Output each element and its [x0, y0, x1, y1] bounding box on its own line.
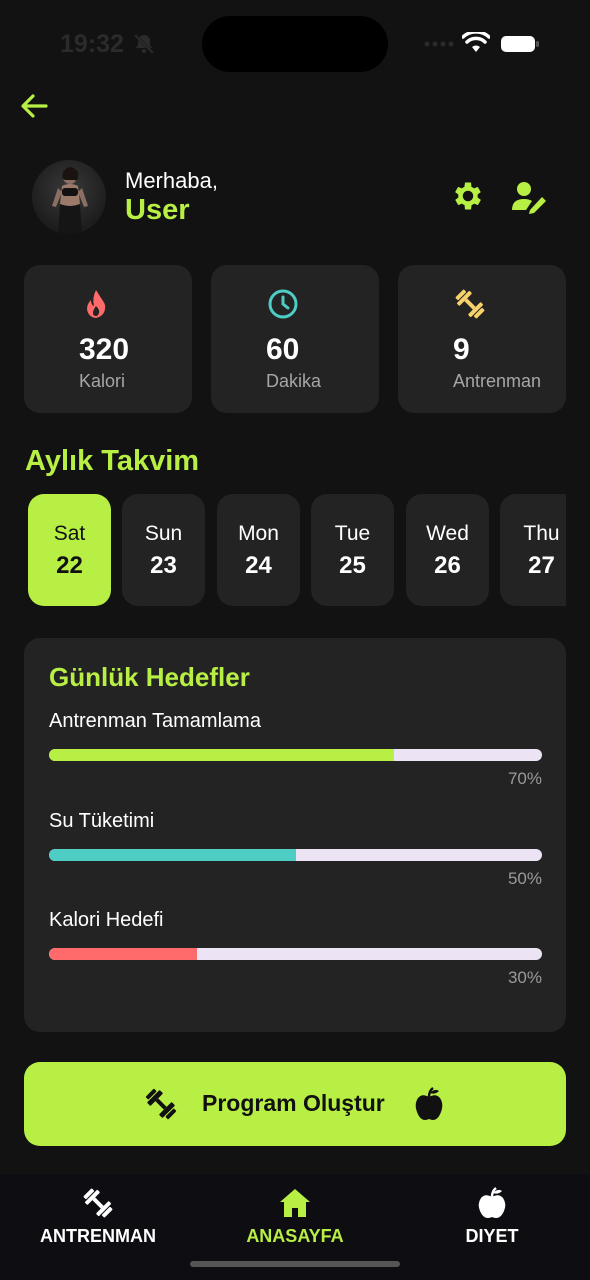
- calendar-day[interactable]: Sat 22: [28, 494, 111, 606]
- username: User: [125, 194, 190, 226]
- day-name: Thu: [523, 522, 560, 545]
- stat-value: 9: [453, 333, 470, 366]
- dumbbell-icon: [455, 289, 485, 319]
- avatar-image: [52, 167, 88, 234]
- goals-title: Günlük Hedefler: [49, 662, 250, 692]
- goal-workout-completion: Antrenman Tamamlama 70%: [49, 710, 542, 789]
- progress-fill: [49, 948, 197, 960]
- settings-button[interactable]: [450, 178, 486, 214]
- nav-label: ANTRENMAN: [40, 1226, 156, 1246]
- day-number: 23: [150, 552, 177, 579]
- goal-calories: Kalori Hedefi 30%: [49, 909, 542, 988]
- apple-icon: [478, 1187, 506, 1218]
- day-name: Sun: [144, 522, 183, 545]
- home-indicator: [190, 1261, 400, 1267]
- signal-icon: [424, 41, 454, 47]
- nav-label: ANASAYFA: [246, 1226, 344, 1246]
- back-button[interactable]: [18, 90, 50, 122]
- calendar-day[interactable]: Wed 26: [406, 494, 489, 606]
- create-program-label: Program Oluştur: [202, 1090, 385, 1116]
- stat-card-minutes: 60 Dakika: [211, 265, 379, 413]
- day-number: 24: [245, 552, 272, 579]
- day-number: 26: [434, 552, 461, 579]
- calendar-day[interactable]: Tue 25: [311, 494, 394, 606]
- apple-icon: [415, 1087, 443, 1120]
- battery-icon: [501, 36, 539, 52]
- stat-card-calories: 320 Kalori: [24, 265, 192, 413]
- goal-percent: 30%: [507, 968, 542, 987]
- calendar-day[interactable]: Mon 24: [217, 494, 300, 606]
- day-name: Tue: [334, 522, 371, 545]
- create-program-button[interactable]: Program Oluştur: [24, 1062, 566, 1146]
- stat-label: Antrenman: [453, 371, 542, 391]
- flame-icon: [87, 290, 106, 318]
- dumbbell-icon: [145, 1088, 177, 1120]
- progress-bar: [49, 849, 542, 861]
- daily-goals-card: Günlük Hedefler Antrenman Tamamlama 70% …: [24, 638, 566, 1032]
- progress-fill: [49, 749, 395, 761]
- goal-water: Su Tüketimi 50%: [49, 810, 542, 889]
- home-icon: [280, 1189, 310, 1217]
- day-number: 25: [339, 552, 366, 579]
- calendar-strip[interactable]: Sat 22 Sun 23 Mon 24 Tue 25 Wed 26 Thu 2…: [24, 494, 566, 608]
- stat-card-workouts: 9 Antrenman: [398, 265, 566, 413]
- status-bar: 19:32: [0, 0, 590, 88]
- avatar[interactable]: [32, 160, 106, 234]
- dynamic-island: [202, 16, 388, 72]
- nav-label: DIYET: [465, 1226, 519, 1246]
- stat-value: 320: [79, 333, 130, 366]
- nav-item-diet[interactable]: DIYET: [394, 1174, 590, 1280]
- goal-label: Antrenman Tamamlama: [49, 710, 261, 732]
- calendar-day[interactable]: Sun 23: [122, 494, 205, 606]
- goal-label: Kalori Hedefi: [49, 909, 164, 931]
- day-number: 27: [528, 552, 555, 579]
- progress-bar: [49, 948, 542, 960]
- stat-label: Kalori: [79, 371, 126, 391]
- status-time: 19:32: [60, 30, 124, 58]
- stat-value: 60: [266, 333, 300, 366]
- bell-muted-icon: [133, 33, 155, 55]
- day-number: 22: [56, 552, 83, 579]
- clock-icon: [268, 289, 298, 319]
- progress-bar: [49, 749, 542, 761]
- day-name: Wed: [426, 522, 469, 545]
- greeting-text: Merhaba,: [125, 168, 218, 193]
- dumbbell-icon: [83, 1188, 113, 1218]
- day-name: Sat: [53, 522, 86, 545]
- goal-label: Su Tüketimi: [49, 810, 155, 832]
- edit-profile-button[interactable]: [512, 180, 548, 214]
- day-name: Mon: [238, 522, 279, 545]
- calendar-day[interactable]: Thu 27: [500, 494, 566, 606]
- stat-label: Dakika: [266, 371, 322, 391]
- goal-percent: 50%: [507, 869, 542, 888]
- nav-item-workout[interactable]: ANTRENMAN: [0, 1174, 196, 1280]
- calendar-title: Aylık Takvim: [25, 445, 200, 477]
- progress-fill: [49, 849, 296, 861]
- goal-percent: 70%: [507, 769, 542, 788]
- wifi-icon: [462, 32, 490, 52]
